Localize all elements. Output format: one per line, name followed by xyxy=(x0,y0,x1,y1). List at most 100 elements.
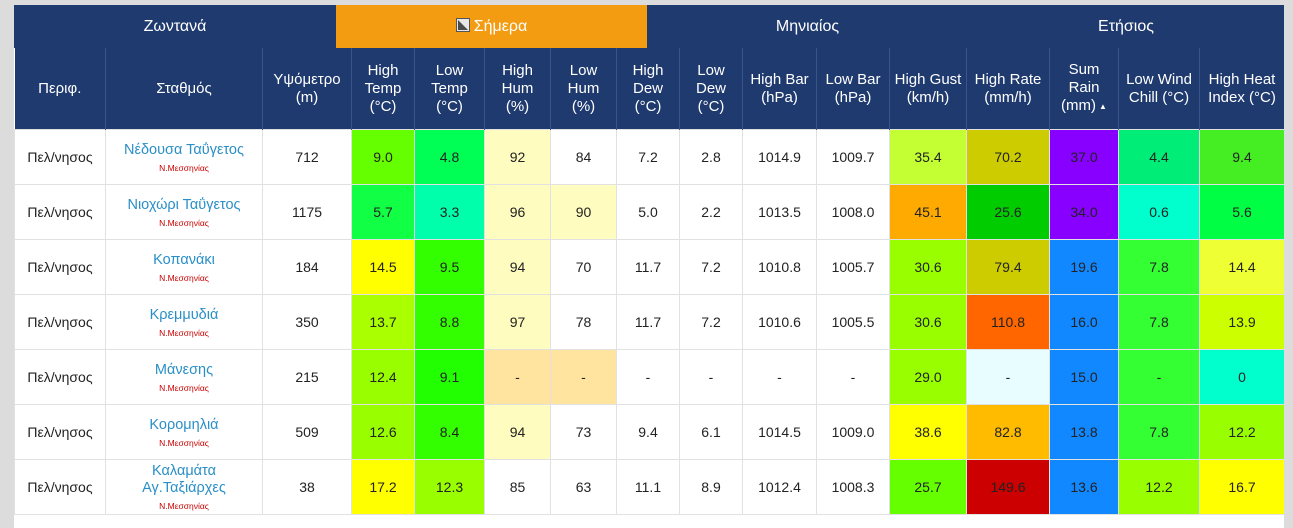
column-header-region[interactable]: Περιφ. xyxy=(14,48,106,130)
high-bar-cell: - xyxy=(742,349,817,405)
column-header-label: Low Wind Chill (°C) xyxy=(1126,70,1192,106)
weather-table-panel: Ζωντανά Σήμερα Μηνιαίος Ετήσιος Περιφ. Σταθμ… xyxy=(14,5,1284,528)
low-bar-cell: 1008.3 xyxy=(816,459,890,515)
low-bar-cell: - xyxy=(816,349,890,405)
station-link[interactable]: Νέδουσα Ταΰγετος xyxy=(106,142,262,159)
high-hum-cell: - xyxy=(484,349,551,405)
station-link[interactable]: Κοπανάκι xyxy=(106,252,262,269)
column-header-low-wind-chill[interactable]: Low Wind Chill (°C) xyxy=(1118,48,1200,130)
high-rate-cell: 25.6 xyxy=(966,184,1050,240)
column-header-label: High Hum (%) xyxy=(501,61,534,115)
high-heat-index-cell: 16.7 xyxy=(1199,459,1284,515)
column-header-low-bar[interactable]: Low Bar (hPa) xyxy=(816,48,890,130)
column-header-label: Σταθμός xyxy=(156,79,212,97)
high-bar-cell: 1014.5 xyxy=(742,404,817,460)
column-header-label: Low Bar (hPa) xyxy=(825,70,881,106)
station-cell: Νέδουσα Ταΰγετος Ν.Μεσσηνίας xyxy=(105,129,263,185)
region-cell: Πελ/νησος xyxy=(14,459,106,515)
column-header-high-temp[interactable]: High Temp (°C) xyxy=(351,48,415,130)
high-hum-cell: 94 xyxy=(484,404,551,460)
stations-table: Περιφ. Σταθμός Υψόμετρο (m) High Temp (°C) L… xyxy=(14,48,1284,515)
tab-label: Μηνιαίος xyxy=(775,18,840,35)
column-header-label: High Gust (km/h) xyxy=(894,70,962,106)
column-header-high-heat-index[interactable]: High Heat Index (°C) xyxy=(1199,48,1284,130)
low-wind-chill-cell: 7.8 xyxy=(1118,239,1200,295)
station-cell: Κοπανάκι Ν.Μεσσηνίας xyxy=(105,239,263,295)
table-header-row: Περιφ. Σταθμός Υψόμετρο (m) High Temp (°C) L… xyxy=(14,48,1284,130)
high-gust-cell: 30.6 xyxy=(889,294,967,350)
altitude-cell: 215 xyxy=(262,349,352,405)
region-cell: Πελ/νησος xyxy=(14,129,106,185)
column-header-high-bar[interactable]: High Bar (hPa) xyxy=(742,48,817,130)
table-row: Πελ/νησος Καλαμάτα Αγ.Ταξιάρχες Ν.Μεσσηνία… xyxy=(14,459,1284,515)
sum-rain-cell: 15.0 xyxy=(1049,349,1119,405)
column-header-high-gust[interactable]: High Gust (km/h) xyxy=(889,48,967,130)
high-rate-cell: 82.8 xyxy=(966,404,1050,460)
station-cell: Μάνεσης Ν.Μεσσηνίας xyxy=(105,349,263,405)
column-header-altitude[interactable]: Υψόμετρο (m) xyxy=(262,48,352,130)
station-prefecture: Ν.Μεσσηνίας xyxy=(159,437,209,448)
high-rate-cell: 79.4 xyxy=(966,239,1050,295)
tab-label: Σήμερα xyxy=(473,18,528,35)
high-heat-index-cell: 9.4 xyxy=(1199,129,1284,185)
sum-rain-cell: 16.0 xyxy=(1049,294,1119,350)
low-hum-cell: 84 xyxy=(550,129,617,185)
low-dew-cell: 2.2 xyxy=(679,184,743,240)
column-header-high-rate[interactable]: High Rate (mm/h) xyxy=(966,48,1050,130)
column-header-low-dew[interactable]: Low Dew (°C) xyxy=(679,48,743,130)
tab-live[interactable]: Ζωντανά xyxy=(14,5,336,48)
column-header-label: Low Dew (°C) xyxy=(695,61,726,115)
column-header-label: High Rate (mm/h) xyxy=(974,70,1042,106)
low-dew-cell: 7.2 xyxy=(679,239,743,295)
column-header-low-hum[interactable]: Low Hum (%) xyxy=(550,48,617,130)
column-header-high-dew[interactable]: High Dew (°C) xyxy=(616,48,680,130)
high-heat-index-cell: 12.2 xyxy=(1199,404,1284,460)
low-temp-cell: 12.3 xyxy=(414,459,485,515)
column-header-sum-rain[interactable]: Sum Rain (mm) ▲ xyxy=(1049,48,1119,130)
low-wind-chill-cell: 4.4 xyxy=(1118,129,1200,185)
low-dew-cell: 6.1 xyxy=(679,404,743,460)
high-heat-index-cell: 14.4 xyxy=(1199,239,1284,295)
high-gust-cell: 30.6 xyxy=(889,239,967,295)
station-prefecture: Ν.Μεσσηνίας xyxy=(159,382,209,393)
sum-rain-cell: 13.6 xyxy=(1049,459,1119,515)
column-header-high-hum[interactable]: High Hum (%) xyxy=(484,48,551,130)
sum-rain-cell: 19.6 xyxy=(1049,239,1119,295)
station-prefecture: Ν.Μεσσηνίας xyxy=(159,272,209,283)
column-header-low-temp[interactable]: Low Temp (°C) xyxy=(414,48,485,130)
low-hum-cell: - xyxy=(550,349,617,405)
high-hum-cell: 96 xyxy=(484,184,551,240)
tab-today[interactable]: Σήμερα xyxy=(336,5,647,48)
column-header-label: Sum Rain (mm) xyxy=(1061,61,1100,115)
altitude-cell: 509 xyxy=(262,404,352,460)
high-hum-cell: 97 xyxy=(484,294,551,350)
high-bar-cell: 1010.8 xyxy=(742,239,817,295)
high-hum-cell: 94 xyxy=(484,239,551,295)
high-temp-cell: 14.5 xyxy=(351,239,415,295)
low-hum-cell: 78 xyxy=(550,294,617,350)
high-temp-cell: 17.2 xyxy=(351,459,415,515)
table-row: Πελ/νησος Κορομηλιά Ν.Μεσσηνίας 509 12.6 8.4 9… xyxy=(14,404,1284,460)
column-header-label: High Temp (°C) xyxy=(364,61,402,115)
low-temp-cell: 9.1 xyxy=(414,349,485,405)
high-rate-cell: 70.2 xyxy=(966,129,1050,185)
column-header-station[interactable]: Σταθμός xyxy=(105,48,263,130)
tab-monthly[interactable]: Μηνιαίος xyxy=(647,5,968,48)
station-prefecture: Ν.Μεσσηνίας xyxy=(159,217,209,228)
altitude-cell: 350 xyxy=(262,294,352,350)
station-link[interactable]: Κρεμμυδιά xyxy=(106,307,262,324)
station-link[interactable]: Κορομηλιά xyxy=(106,417,262,434)
high-temp-cell: 5.7 xyxy=(351,184,415,240)
sum-rain-cell: 13.8 xyxy=(1049,404,1119,460)
region-cell: Πελ/νησος xyxy=(14,184,106,240)
station-link[interactable]: Μάνεσης xyxy=(106,362,262,379)
high-temp-cell: 12.6 xyxy=(351,404,415,460)
table-row: Πελ/νησος Νέδουσα Ταΰγετος Ν.Μεσσηνίας 712 9… xyxy=(14,129,1284,185)
high-rate-cell: - xyxy=(966,349,1050,405)
station-link[interactable]: Καλαμάτα Αγ.Ταξιάρχες xyxy=(106,463,262,497)
low-temp-cell: 9.5 xyxy=(414,239,485,295)
tab-yearly[interactable]: Ετήσιος xyxy=(968,5,1284,48)
station-link[interactable]: Νιοχώρι Ταΰγετος xyxy=(106,197,262,214)
high-dew-cell: 7.2 xyxy=(616,129,680,185)
column-header-label: High Dew (°C) xyxy=(632,61,664,115)
